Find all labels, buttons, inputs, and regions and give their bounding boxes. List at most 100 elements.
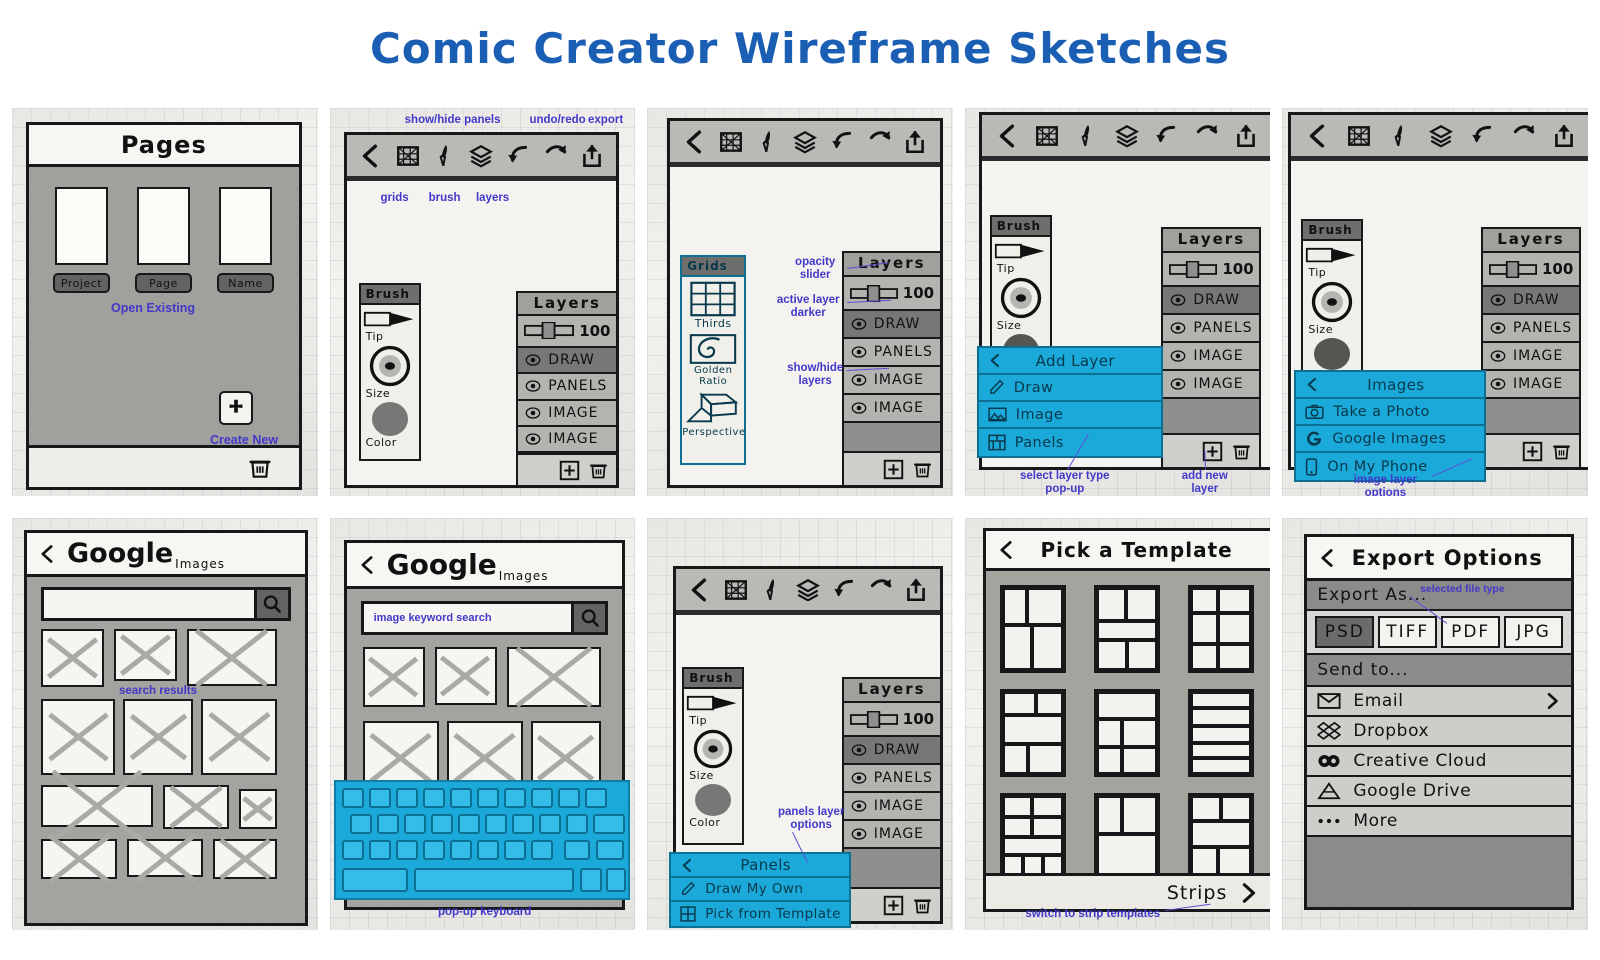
layer-row-image-2[interactable]: IMAGE xyxy=(518,426,617,454)
redo-icon[interactable] xyxy=(866,129,892,155)
layer-row-panels[interactable]: PANELS xyxy=(843,765,940,793)
keyboard-key[interactable] xyxy=(530,840,553,860)
eye-icon[interactable] xyxy=(851,344,867,360)
layers-icon[interactable] xyxy=(1114,123,1140,149)
trash-icon[interactable] xyxy=(1231,441,1252,462)
eye-icon[interactable] xyxy=(1490,292,1506,308)
template-option[interactable] xyxy=(1093,585,1160,673)
opacity-slider[interactable]: 100 xyxy=(843,703,940,737)
trash-icon[interactable] xyxy=(247,455,273,481)
keyboard-key[interactable] xyxy=(395,788,418,808)
opacity-slider[interactable]: 100 xyxy=(843,277,940,311)
layer-row-image-1[interactable]: IMAGE xyxy=(1163,343,1260,371)
keyboard-key[interactable] xyxy=(557,788,580,808)
eye-icon[interactable] xyxy=(525,431,541,447)
popup-keyboard[interactable] xyxy=(333,780,630,900)
layer-row-panels[interactable]: PANELS xyxy=(518,374,617,401)
grid-icon[interactable] xyxy=(395,143,421,169)
keyboard-key[interactable] xyxy=(538,814,561,834)
add-layer-option-panels[interactable]: Panels xyxy=(979,429,1161,456)
eye-icon[interactable] xyxy=(851,770,867,786)
add-layer-popup[interactable]: Add Layer Draw Image Panels xyxy=(976,346,1163,458)
layer-row-draw[interactable]: DRAW xyxy=(518,347,617,375)
layers-icon[interactable] xyxy=(468,143,494,169)
layer-row-image-1[interactable]: IMAGE xyxy=(1482,343,1579,371)
send-to-creative-cloud[interactable]: Creative Cloud xyxy=(1307,747,1571,777)
keyboard-key[interactable] xyxy=(457,814,480,834)
image-result[interactable] xyxy=(114,629,177,681)
keyboard-key[interactable] xyxy=(503,788,526,808)
chevron-right-icon[interactable] xyxy=(1543,692,1561,710)
eye-icon[interactable] xyxy=(1490,348,1506,364)
opacity-slider[interactable]: 100 xyxy=(1163,253,1260,287)
back-chevron-icon[interactable] xyxy=(1317,546,1337,570)
keyboard-key[interactable] xyxy=(376,814,399,834)
back-chevron-icon[interactable] xyxy=(680,858,695,873)
keyboard-key[interactable] xyxy=(584,788,607,808)
layers-panel[interactable]: Layers 100 DRAW PANELS IMAGE IMAGE xyxy=(841,677,942,923)
file-type-tiff[interactable]: TIFF xyxy=(1378,616,1438,648)
chevron-right-icon[interactable] xyxy=(1237,882,1259,904)
layer-row-panels[interactable]: PANELS xyxy=(1482,315,1579,343)
export-icon[interactable] xyxy=(1551,123,1577,149)
image-result[interactable] xyxy=(239,789,277,829)
keyboard-key[interactable] xyxy=(476,840,499,860)
keyboard-key[interactable] xyxy=(563,840,590,860)
keyboard-key[interactable] xyxy=(403,814,426,834)
back-chevron-icon[interactable] xyxy=(687,577,713,603)
image-result[interactable] xyxy=(163,785,229,829)
image-result[interactable] xyxy=(187,629,277,686)
keyboard-key-numbers[interactable] xyxy=(341,868,408,892)
image-result[interactable] xyxy=(201,699,277,775)
panels-option-pick-template[interactable]: Pick from Template xyxy=(671,902,849,926)
brush-tip-icon[interactable] xyxy=(363,310,417,330)
back-chevron-icon[interactable] xyxy=(1305,123,1331,149)
grids-panel[interactable]: Grids Thirds Golden Ratio Perspective xyxy=(680,255,747,465)
back-chevron-icon[interactable] xyxy=(682,129,708,155)
template-option[interactable] xyxy=(999,689,1066,777)
opacity-slider[interactable]: 100 xyxy=(518,316,617,348)
back-chevron-icon[interactable] xyxy=(357,553,377,577)
eye-icon[interactable] xyxy=(1170,348,1186,364)
brush-panel[interactable]: Brush Tip Size xyxy=(1301,219,1364,389)
export-icon[interactable] xyxy=(579,143,605,169)
brush-tip-icon[interactable] xyxy=(994,242,1048,262)
template-option[interactable] xyxy=(1093,793,1160,881)
brush-color-swatch[interactable] xyxy=(371,402,408,436)
brush-tip-icon[interactable] xyxy=(1305,246,1359,266)
search-button[interactable] xyxy=(253,590,288,618)
add-layer-option-draw[interactable]: Draw xyxy=(978,375,1161,402)
template-option[interactable] xyxy=(1093,689,1160,777)
layer-row-image-1[interactable]: IMAGE xyxy=(518,400,617,427)
send-to-more[interactable]: More xyxy=(1307,807,1571,837)
undo-icon[interactable] xyxy=(505,143,531,169)
keyboard-key-space[interactable] xyxy=(413,868,574,892)
keyboard-key[interactable] xyxy=(395,840,418,860)
redo-icon[interactable] xyxy=(542,143,568,169)
keyboard-key-backspace[interactable] xyxy=(592,814,625,834)
layer-row-panels[interactable]: PANELS xyxy=(1163,315,1260,343)
trash-icon[interactable] xyxy=(912,895,933,916)
send-to-dropbox[interactable]: Dropbox xyxy=(1307,717,1571,747)
trash-icon[interactable] xyxy=(912,459,933,480)
image-result[interactable] xyxy=(123,699,193,775)
export-icon[interactable] xyxy=(1233,123,1259,149)
undo-icon[interactable] xyxy=(829,129,855,155)
file-type-pdf[interactable]: PDF xyxy=(1441,616,1501,648)
create-new-button[interactable] xyxy=(219,391,253,425)
layer-row-image-2[interactable]: IMAGE xyxy=(1482,371,1579,399)
brush-size-icon[interactable] xyxy=(369,345,411,387)
search-input[interactable]: image keyword search xyxy=(364,612,572,624)
undo-icon[interactable] xyxy=(831,577,857,603)
add-layer-icon[interactable] xyxy=(883,895,904,916)
eye-icon[interactable] xyxy=(851,742,867,758)
thumb-label-page[interactable]: Page xyxy=(135,273,192,293)
brush-icon[interactable] xyxy=(432,143,458,169)
thumb-label-project[interactable]: Project xyxy=(53,273,110,293)
brush-size-icon[interactable] xyxy=(1000,277,1042,319)
template-footer[interactable]: Strips xyxy=(985,873,1271,909)
keyboard-key[interactable] xyxy=(422,788,445,808)
file-type-psd[interactable]: PSD xyxy=(1315,616,1375,648)
page-thumbnail[interactable] xyxy=(55,187,108,265)
back-chevron-icon[interactable] xyxy=(996,538,1016,562)
